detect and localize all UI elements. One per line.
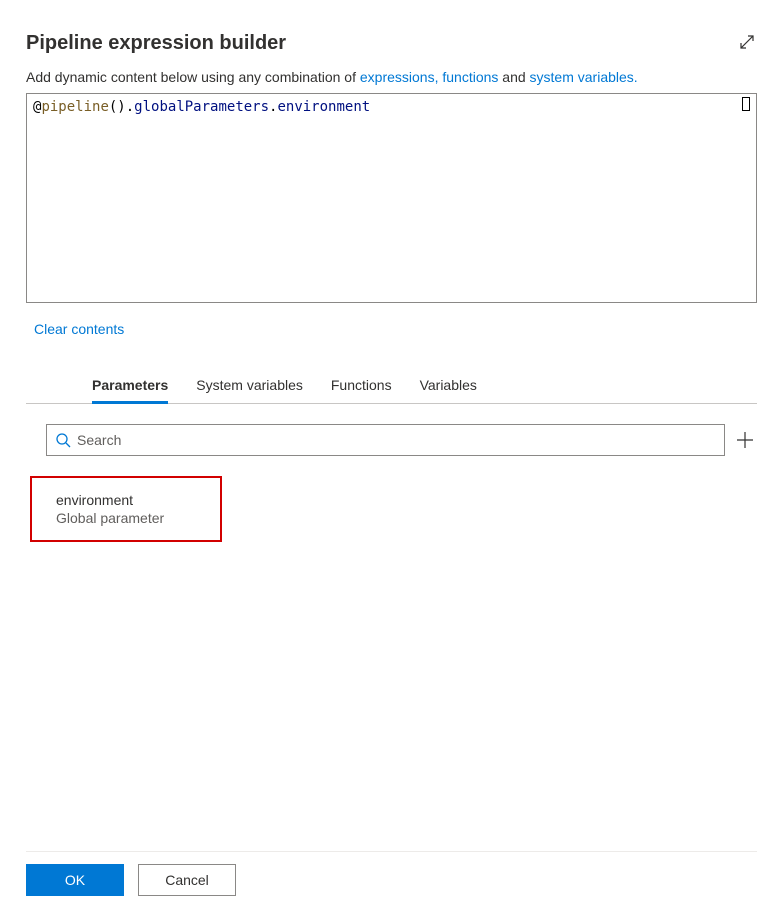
subtitle-mid: and [502,69,529,85]
system-variables-link[interactable]: system variables. [530,69,638,85]
search-box[interactable] [46,424,725,456]
cancel-button[interactable]: Cancel [138,864,236,896]
add-button[interactable] [733,428,757,452]
functions-link[interactable]: functions [442,69,498,85]
expressions-link[interactable]: expressions, [360,69,439,85]
clear-contents-link[interactable]: Clear contents [0,303,783,337]
tab-functions[interactable]: Functions [331,377,392,403]
tab-bar: Parameters System variables Functions Va… [26,337,757,404]
footer: OK Cancel [26,851,757,896]
tab-system-variables[interactable]: System variables [196,377,303,403]
cursor-indicator [742,97,750,111]
editor-token: globalParameters [134,99,269,115]
editor-token: pipeline [41,99,108,115]
subtitle-prefix: Add dynamic content below using any comb… [26,69,360,85]
search-input[interactable] [77,432,716,448]
tab-parameters[interactable]: Parameters [92,377,168,403]
search-icon [55,432,71,448]
editor-token: (). [109,99,134,115]
page-title: Pipeline expression builder [26,32,286,55]
parameter-subtitle: Global parameter [56,510,196,526]
parameter-name: environment [56,492,196,508]
ok-button[interactable]: OK [26,864,124,896]
parameter-item-environment[interactable]: environment Global parameter [30,476,222,542]
tab-variables[interactable]: Variables [420,377,477,403]
subtitle: Add dynamic content below using any comb… [0,55,783,93]
expression-editor[interactable]: @pipeline().globalParameters.environment [26,93,757,303]
editor-token: environment [277,99,370,115]
expand-icon[interactable] [737,32,757,52]
